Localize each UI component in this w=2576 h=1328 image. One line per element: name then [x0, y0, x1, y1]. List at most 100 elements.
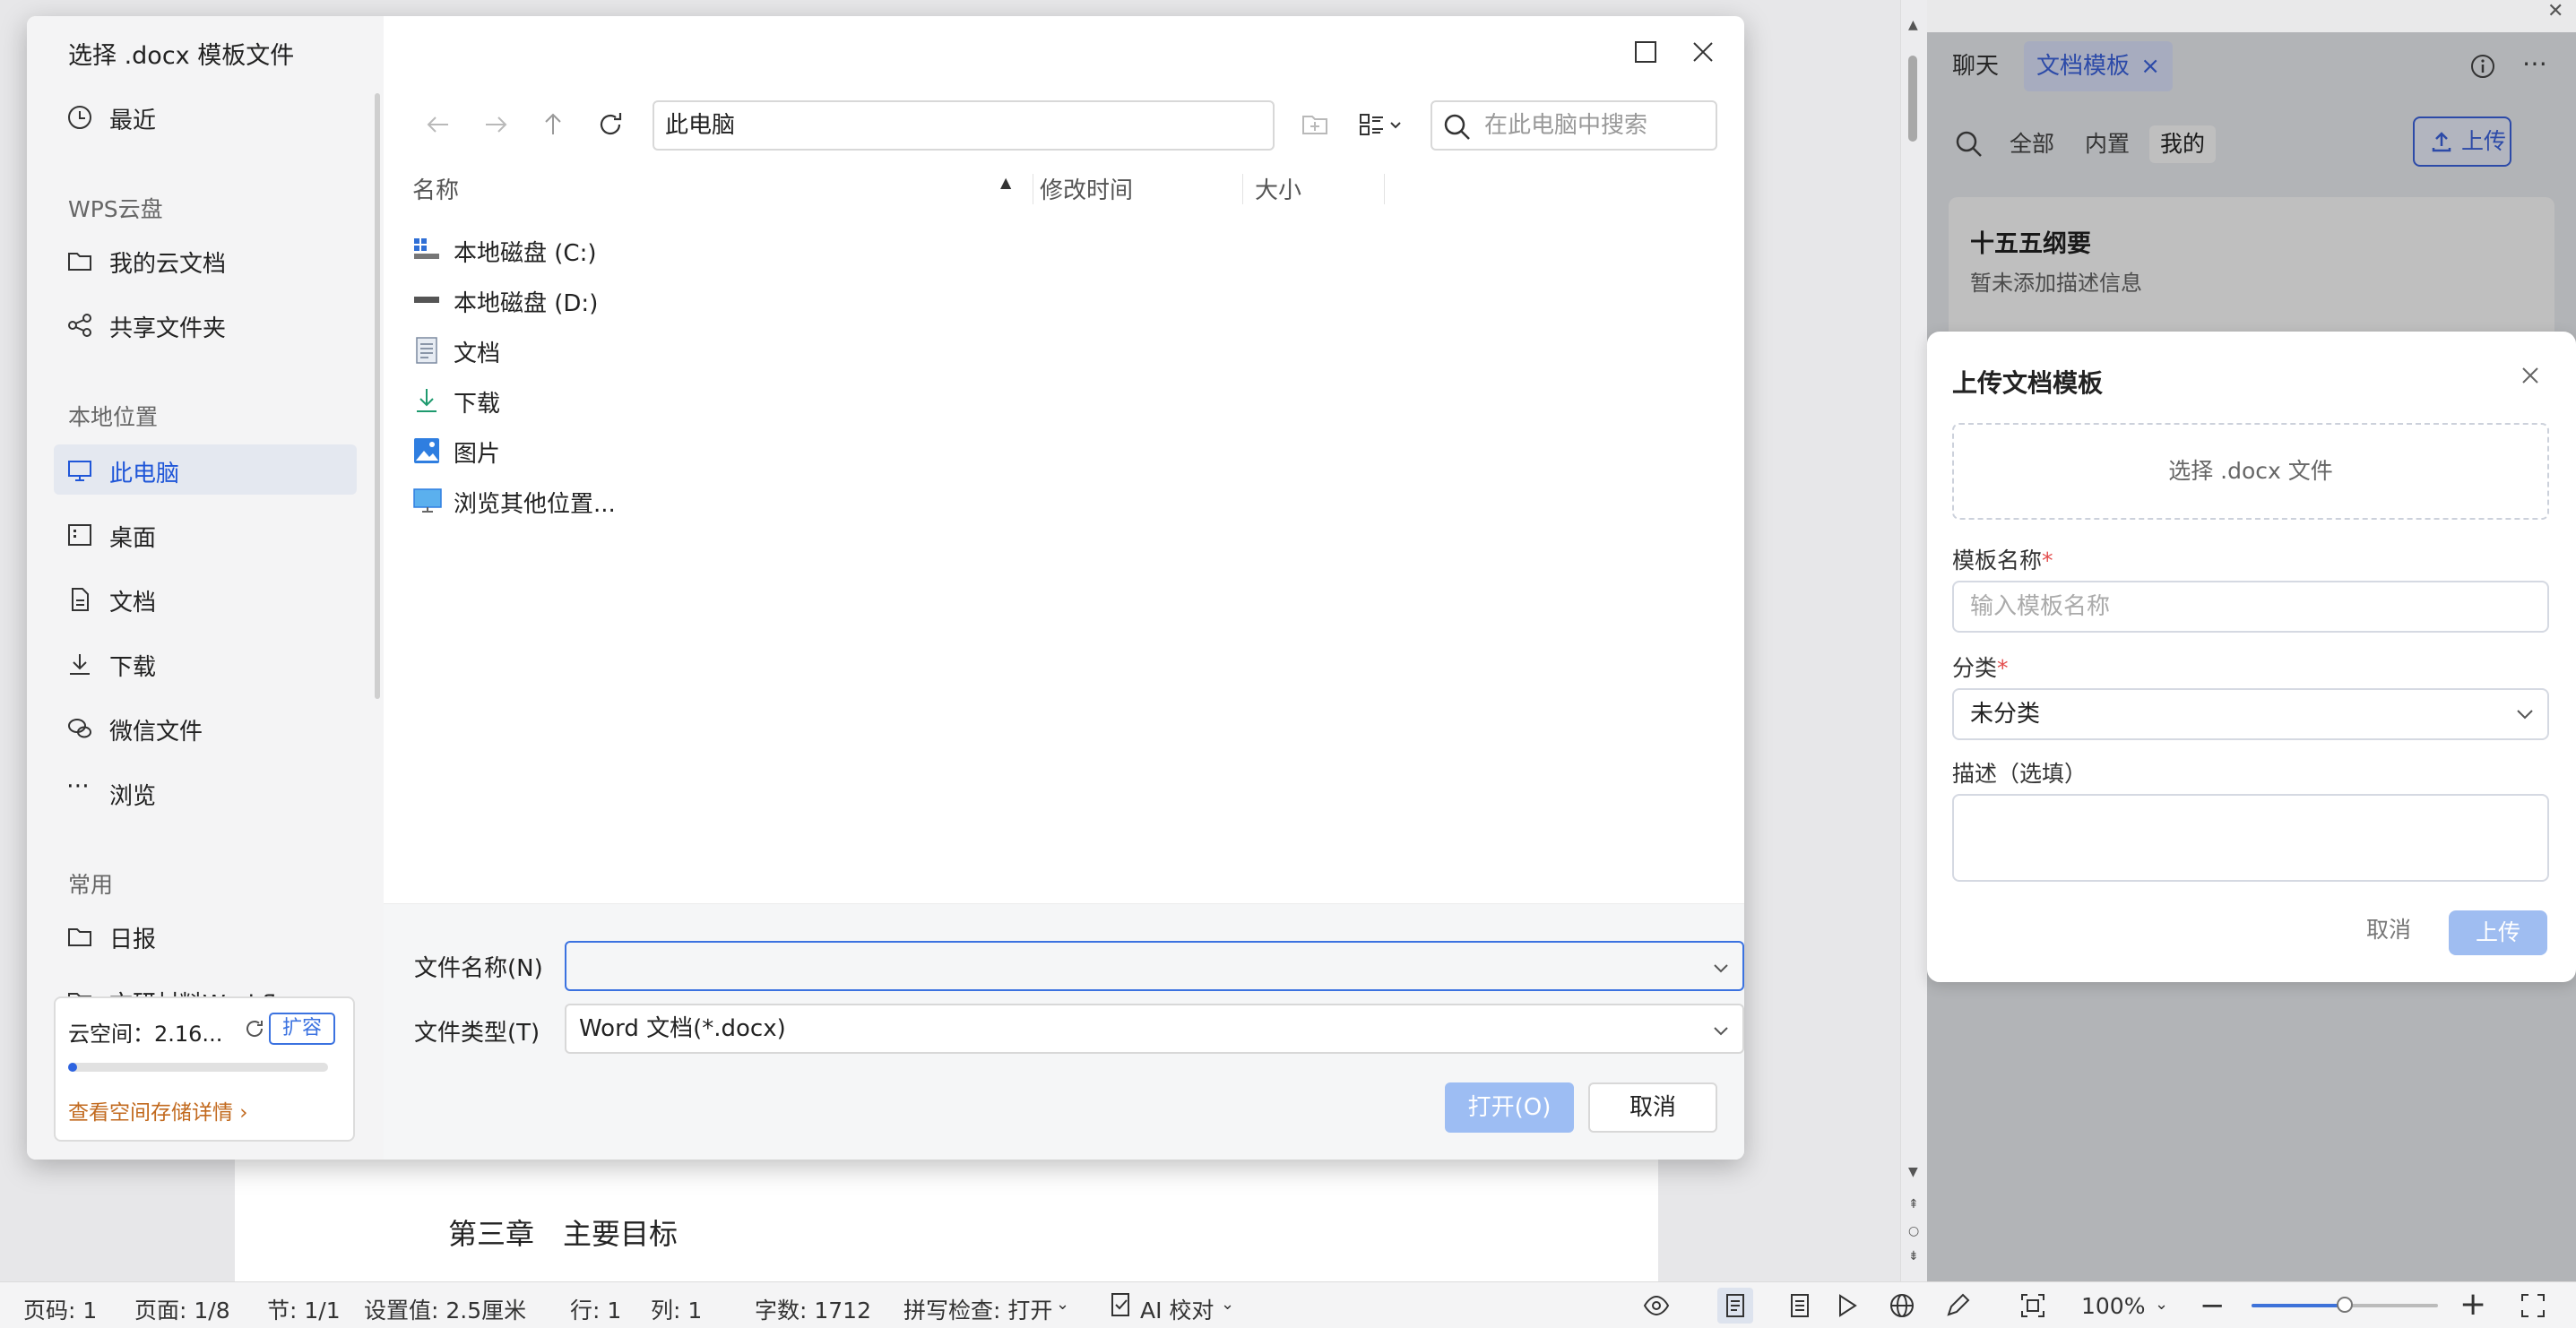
eye-icon[interactable]	[1642, 1291, 1671, 1320]
zoom-chevron-icon[interactable]: ⌄	[2155, 1295, 2168, 1314]
up-icon[interactable]	[538, 109, 568, 140]
file-open-dialog: 选择 .docx 模板文件 最近 WPS云盘 我的云文档 共享文件夹 本地位置 …	[27, 16, 1744, 1160]
cancel-button[interactable]: 取消	[1588, 1082, 1717, 1133]
sidebar-item-recent[interactable]: 最近	[54, 91, 357, 142]
sidebar-item-browse[interactable]: ⋯ 浏览	[54, 767, 357, 817]
view-mode-icon[interactable]	[1357, 109, 1407, 140]
column-name[interactable]: 名称	[412, 172, 459, 205]
page-view-icon[interactable]	[1717, 1288, 1753, 1324]
chevron-down-icon[interactable]	[1712, 959, 1730, 977]
column-size[interactable]: 大小	[1255, 172, 1301, 205]
close-icon[interactable]	[2519, 364, 2542, 387]
description-label: 描述（选填）	[1952, 761, 2088, 787]
document-heading: 第三章 主要目标	[448, 1217, 679, 1251]
sidebar-item-my-cloud-docs[interactable]: 我的云文档	[54, 235, 357, 285]
file-name: 浏览其他位置...	[454, 491, 616, 518]
sidebar-item-label: 桌面	[109, 525, 157, 552]
status-word-count[interactable]: 字数: 1712	[755, 1293, 871, 1325]
zoom-level[interactable]: 100%	[2081, 1293, 2145, 1319]
status-ai-proof[interactable]: AI 校对	[1140, 1293, 1214, 1325]
template-name-input[interactable]: 输入模板名称	[1952, 581, 2549, 633]
list-item-pictures[interactable]: 图片	[412, 427, 771, 473]
fullscreen-icon[interactable]	[2519, 1291, 2547, 1320]
file-name: 本地磁盘 (C:)	[454, 240, 597, 267]
storage-details-link[interactable]: 查看空间存储详情 ›	[68, 1095, 248, 1125]
filename-input[interactable]	[565, 941, 1744, 991]
close-icon[interactable]	[1690, 39, 1716, 65]
column-separator[interactable]	[1384, 174, 1385, 204]
column-modified[interactable]: 修改时间	[1040, 172, 1133, 205]
ai-proof-chevron-icon[interactable]: ⌄	[1221, 1295, 1234, 1314]
sidebar-item-wechat-files[interactable]: 微信文件	[54, 703, 357, 753]
category-select[interactable]: 未分类	[1952, 688, 2549, 740]
address-bar[interactable]: 此电脑	[653, 100, 1275, 151]
sidebar-item-downloads[interactable]: 下载	[54, 638, 357, 688]
status-setting[interactable]: 设置值: 2.5厘米	[364, 1293, 526, 1325]
vertical-scrollbar[interactable]: ▲ ▼ ⇞ ○ ⇟	[1900, 0, 1927, 1281]
status-spell-check[interactable]: 拼写检查: 打开	[903, 1293, 1052, 1325]
next-page-icon[interactable]: ⇟	[1908, 1249, 1919, 1263]
sidebar-item-this-pc[interactable]: 此电脑	[54, 444, 357, 495]
section-common: 常用	[68, 872, 114, 898]
status-section[interactable]: 节: 1/1	[267, 1293, 341, 1325]
list-item-drive-c[interactable]: 本地磁盘 (C:)	[412, 226, 771, 272]
maximize-icon[interactable]	[1633, 39, 1658, 65]
sidebar-item-label: 共享文件夹	[109, 315, 227, 342]
list-item-downloads[interactable]: 下载	[412, 376, 771, 423]
status-column[interactable]: 列: 1	[651, 1293, 702, 1325]
description-textarea[interactable]	[1952, 794, 2549, 882]
status-pages[interactable]: 页面: 1/8	[134, 1293, 230, 1325]
expand-storage-button[interactable]: 扩容	[269, 1013, 335, 1045]
required-mark: *	[2042, 548, 2053, 573]
list-item-browse-other[interactable]: 浏览其他位置...	[412, 477, 771, 523]
pen-icon[interactable]	[1943, 1291, 1972, 1320]
sidebar-item-label: 下载	[109, 654, 157, 681]
filetype-label: 文件类型(T)	[414, 1020, 540, 1047]
web-view-icon[interactable]	[1888, 1291, 1916, 1320]
scrollbar-thumb[interactable]	[1908, 56, 1917, 142]
file-drop-zone[interactable]: 选择 .docx 文件	[1952, 423, 2549, 520]
file-name: 下载	[454, 391, 501, 418]
ai-proof-icon[interactable]	[1108, 1291, 1135, 1318]
sidebar-item-desktop[interactable]: 桌面	[54, 509, 357, 559]
filetype-select[interactable]: Word 文档(*.docx)	[565, 1004, 1744, 1054]
forward-icon[interactable]	[480, 109, 511, 140]
list-item-documents[interactable]: 文档	[412, 326, 771, 373]
new-folder-icon[interactable]	[1300, 109, 1330, 140]
zoom-slider[interactable]	[2252, 1297, 2438, 1313]
open-button[interactable]: 打开(O)	[1445, 1082, 1574, 1133]
modal-upload-button[interactable]: 上传	[2449, 910, 2547, 955]
panel-close-icon[interactable]: ✕	[2547, 0, 2563, 22]
refresh-icon[interactable]	[595, 109, 626, 140]
fit-page-icon[interactable]	[2018, 1291, 2047, 1320]
search-input[interactable]: 在此电脑中搜索	[1431, 100, 1717, 151]
zoom-out-icon[interactable]: −	[2200, 1288, 2226, 1324]
spell-check-chevron-icon[interactable]: ⌄	[1056, 1295, 1069, 1314]
sidebar-item-label: 浏览	[109, 783, 157, 810]
zoom-slider-knob[interactable]	[2337, 1297, 2353, 1313]
prev-page-icon[interactable]: ⇞	[1908, 1197, 1919, 1212]
refresh-icon[interactable]	[244, 1018, 265, 1039]
status-row[interactable]: 行: 1	[570, 1293, 621, 1325]
zoom-in-icon[interactable]: +	[2459, 1286, 2486, 1323]
status-page-number[interactable]: 页码: 1	[23, 1293, 97, 1325]
outline-view-icon[interactable]	[1785, 1291, 1814, 1320]
play-icon[interactable]	[1832, 1291, 1861, 1320]
sidebar-item-daily-report[interactable]: 日报	[54, 910, 357, 961]
sidebar-item-label: 文档	[109, 590, 157, 617]
modal-cancel-button[interactable]: 取消	[2366, 912, 2411, 944]
back-icon[interactable]	[423, 109, 454, 140]
more-horizontal-icon: ⋯	[66, 772, 90, 799]
sort-asc-icon[interactable]: ▲	[1000, 174, 1011, 191]
column-separator[interactable]	[1242, 174, 1243, 204]
browse-object-icon[interactable]: ○	[1908, 1224, 1919, 1238]
scroll-down-icon[interactable]: ▼	[1908, 1165, 1918, 1179]
sidebar-item-shared-folder[interactable]: 共享文件夹	[54, 299, 357, 349]
sidebar-item-research-materials[interactable]: 文研材料Workflo	[54, 975, 357, 996]
search-placeholder: 在此电脑中搜索	[1484, 112, 1648, 139]
sidebar-item-label: 我的云文档	[109, 251, 227, 278]
scroll-up-icon[interactable]: ▲	[1908, 18, 1918, 32]
list-item-drive-d[interactable]: 本地磁盘 (D:)	[412, 276, 771, 323]
sidebar-scrollbar[interactable]	[375, 93, 380, 699]
sidebar-item-documents[interactable]: 文档	[54, 573, 357, 624]
